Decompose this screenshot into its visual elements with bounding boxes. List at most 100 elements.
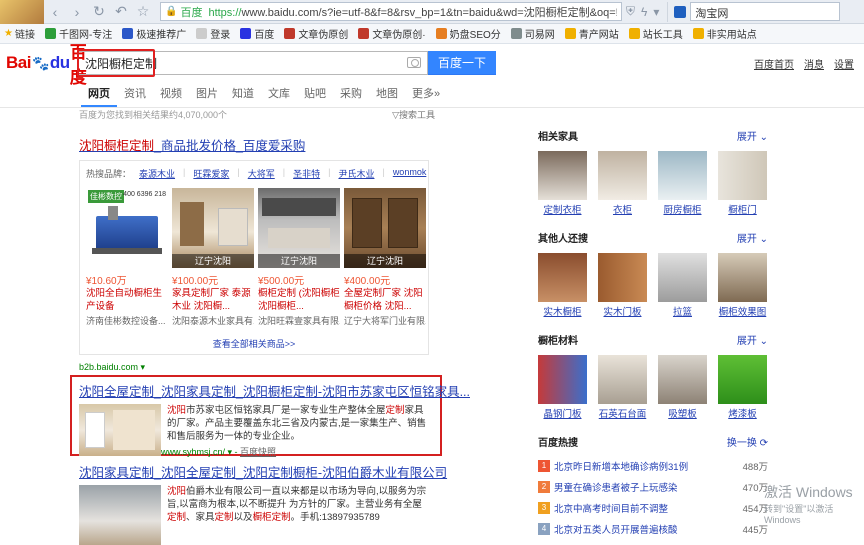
brand-link[interactable]: 圣非特 (293, 167, 320, 180)
product-card[interactable]: 辽宁沈阳 ¥100.00元 家具定制厂家 泰源木业 沈阳橱... 沈阳泰源木业家… (172, 188, 254, 327)
result-title[interactable]: 沈阳家具定制_沈阳全屋定制_沈阳定制橱柜-沈阳伯爵木业有限公司 (79, 462, 447, 481)
refresh-icon[interactable]: ↻ (88, 1, 110, 23)
related-item[interactable]: 衣柜 (598, 151, 647, 216)
hot-search-item[interactable]: 1 北京昨日新增本地确诊病例31例 488万 (538, 455, 768, 476)
result-url: www.syhmsj.cn/ ▾ - 百度快照 (161, 447, 277, 457)
sidebar-section-materials: 橱柜材料 展开 ⌄ 晶钢门板 石英石台面 吸塑板 烤漆板 (538, 332, 768, 420)
bookmark-item[interactable]: 司易网 (510, 26, 555, 41)
related-item[interactable]: 厨房橱柜 (658, 151, 707, 216)
bookmark-item[interactable]: 百度 (240, 26, 274, 41)
settings-link[interactable]: 设置 (834, 56, 854, 71)
product-image[interactable]: 佳彬数控 400 6396 218 (86, 188, 168, 268)
folder-icon (628, 28, 640, 39)
hot-search-item[interactable]: 4 北京对五类人员开展普遍核酸 445万 (538, 518, 768, 539)
snapshot-link[interactable]: 百度快照 (240, 447, 276, 457)
brand-link[interactable]: 旺霖爱家 (193, 167, 229, 180)
brand-link[interactable]: 大将军 (248, 167, 275, 180)
brand-link[interactable]: wonmok (393, 167, 427, 180)
results-column: 百度为您找到相关结果约4,070,000个 ▽搜索工具 沈阳橱柜定制_商品批发价… (79, 108, 435, 373)
tab-more[interactable]: 更多» (405, 85, 447, 107)
hot-search-item[interactable]: 3 北京中高考时间目前不调整 454万 (538, 497, 768, 518)
lock-icon: 🔒 (165, 6, 178, 17)
search-box[interactable]: 沈阳橱柜定制 (77, 49, 428, 77)
shield-icon[interactable]: ⛨ (626, 4, 635, 19)
related-item[interactable]: 石英石台面 (598, 355, 647, 420)
undo-icon[interactable]: ↶ (110, 1, 132, 23)
bookmark-item[interactable]: 奶盘SEO分 (435, 26, 501, 41)
back-icon[interactable]: ‹ (44, 1, 66, 23)
tab-purchase[interactable]: 采购 (333, 85, 369, 107)
right-sidebar: 相关家具 展开 ⌄ 定制衣柜 衣柜 厨房橱柜 橱柜门 其他人还搜 展开 ⌄ 实木橱柜… (538, 128, 768, 539)
product-phone: 400 6396 218 (123, 191, 166, 198)
view-all-products-link[interactable]: 查看全部相关商品>> (86, 337, 422, 350)
product-card[interactable]: 辽宁沈阳 ¥400.00元 全屋定制厂家 沈阳橱柜价格 沈阳... 辽宁大将军门… (344, 188, 426, 327)
search-tabs: 网页 资讯 视频 图片 知道 文库 贴吧 采购 地图 更多» (0, 82, 864, 108)
product-image[interactable]: 辽宁沈阳 (258, 188, 340, 268)
query-highlight (77, 49, 155, 77)
bookmark-item[interactable]: 登录 (196, 26, 230, 41)
bookmark-item[interactable]: 文章伪原创· (358, 26, 426, 41)
related-item[interactable]: 烤漆板 (718, 355, 767, 420)
bookmark-folder[interactable]: 青产网站 (564, 26, 619, 41)
address-actions: ⛨ ϟ ▾ (626, 4, 659, 19)
sidebar-section-others-searched: 其他人还搜 展开 ⌄ 实木橱柜 实木门板 拉篮 橱柜效果图 (538, 230, 768, 318)
tab-video[interactable]: 视频 (153, 85, 189, 107)
related-item[interactable]: 橱柜门 (718, 151, 767, 216)
hot-search-item[interactable]: 2 男童在确诊患者被子上玩感染 470万 (538, 476, 768, 497)
bookmark-item[interactable]: 文章伪原创 (284, 26, 348, 41)
tab-images[interactable]: 图片 (189, 85, 225, 107)
result-thumbnail[interactable] (79, 404, 161, 456)
favorite-star-icon[interactable]: ☆ (132, 1, 154, 23)
product-image[interactable]: 辽宁沈阳 (172, 188, 254, 268)
related-item[interactable]: 拉篮 (658, 253, 707, 318)
search-tools-button[interactable]: ▽搜索工具 (392, 108, 435, 121)
browser-search-box[interactable]: 淘宝网 (690, 2, 841, 21)
browser-toolbar: ‹ › ↻ ↶ ☆ 🔒 百度 https://www.baidu.com/s?i… (0, 0, 864, 24)
forward-icon[interactable]: › (66, 1, 88, 23)
messages-link[interactable]: 消息 (804, 56, 824, 71)
related-item[interactable]: 实木橱柜 (538, 253, 587, 318)
product-card[interactable]: 辽宁沈阳 ¥500.00元 橱柜定制 (沈阳橱柜 沈阳橱柜... 沈阳旺霖壹家具… (258, 188, 340, 327)
site-label: 百度 (180, 6, 203, 19)
baidu-header: Bai 🐾 du 百度 沈阳橱柜定制 百度一下 百度首页 消息 设置 (0, 43, 864, 87)
brand-link[interactable]: 泰源木业 (139, 167, 175, 180)
tab-web[interactable]: 网页 (81, 85, 117, 107)
tab-news[interactable]: 资讯 (117, 85, 153, 107)
product-card[interactable]: 佳彬数控 400 6396 218 ¥10.60万 沈阳全自动橱柜生产设备 济南… (86, 188, 168, 327)
expand-button[interactable]: 展开 ⌄ (737, 128, 768, 143)
taobao-icon (674, 5, 687, 18)
address-bar[interactable]: 🔒 百度 https://www.baidu.com/s?ie=utf-8&f=… (160, 2, 622, 21)
related-item[interactable]: 晶钢门板 (538, 355, 587, 420)
bookmark-icon (510, 28, 522, 39)
bookmark-folder[interactable]: 非实用站点 (692, 26, 757, 41)
tab-thumbnail[interactable] (0, 0, 44, 24)
expand-button[interactable]: 展开 ⌄ (737, 230, 768, 245)
search-button[interactable]: 百度一下 (428, 51, 496, 75)
hot-search-panel: 百度热搜 换一换 ⟳ 1 北京昨日新增本地确诊病例31例 488万 2 男童在确诊患者被… (538, 434, 768, 539)
lightning-icon[interactable]: ϟ (641, 5, 647, 19)
tab-map[interactable]: 地图 (369, 85, 405, 107)
refresh-button[interactable]: 换一换 ⟳ (727, 434, 768, 449)
shop-result-title[interactable]: 沈阳橱柜定制_商品批发价格_百度爱采购 (79, 135, 435, 154)
bookmark-folder[interactable]: 站长工具 (628, 26, 683, 41)
tab-tieba[interactable]: 贴吧 (297, 85, 333, 107)
tab-wenku[interactable]: 文库 (261, 85, 297, 107)
result-thumbnail[interactable] (79, 485, 161, 545)
tab-zhidao[interactable]: 知道 (225, 85, 261, 107)
expand-button[interactable]: 展开 ⌄ (737, 332, 768, 347)
related-item[interactable]: 定制衣柜 (538, 151, 587, 216)
related-item[interactable]: 吸塑板 (658, 355, 707, 420)
baidu-logo[interactable]: Bai 🐾 du 百度 (6, 38, 87, 88)
folder-icon (692, 28, 704, 39)
search-result: 沈阳家具定制_沈阳全屋定制_沈阳定制橱柜-沈阳伯爵木业有限公司 沈阳伯爵木业有限… (79, 462, 447, 545)
home-link[interactable]: 百度首页 (754, 56, 794, 71)
bookmark-item[interactable]: 极速推荐广 (122, 26, 186, 41)
camera-icon[interactable] (407, 57, 421, 68)
brand-link[interactable]: 尹氏木业 (338, 167, 374, 180)
related-item[interactable]: 实木门板 (598, 253, 647, 318)
related-item[interactable]: 橱柜效果图 (718, 253, 767, 318)
chevron-down-icon[interactable]: ▾ (653, 5, 659, 19)
bookmark-icon (122, 28, 134, 39)
product-image[interactable]: 辽宁沈阳 (344, 188, 426, 268)
result-title[interactable]: 沈阳全屋定制_沈阳家具定制_沈阳橱柜定制-沈阳市苏家屯区恒铭家具... (79, 381, 470, 400)
